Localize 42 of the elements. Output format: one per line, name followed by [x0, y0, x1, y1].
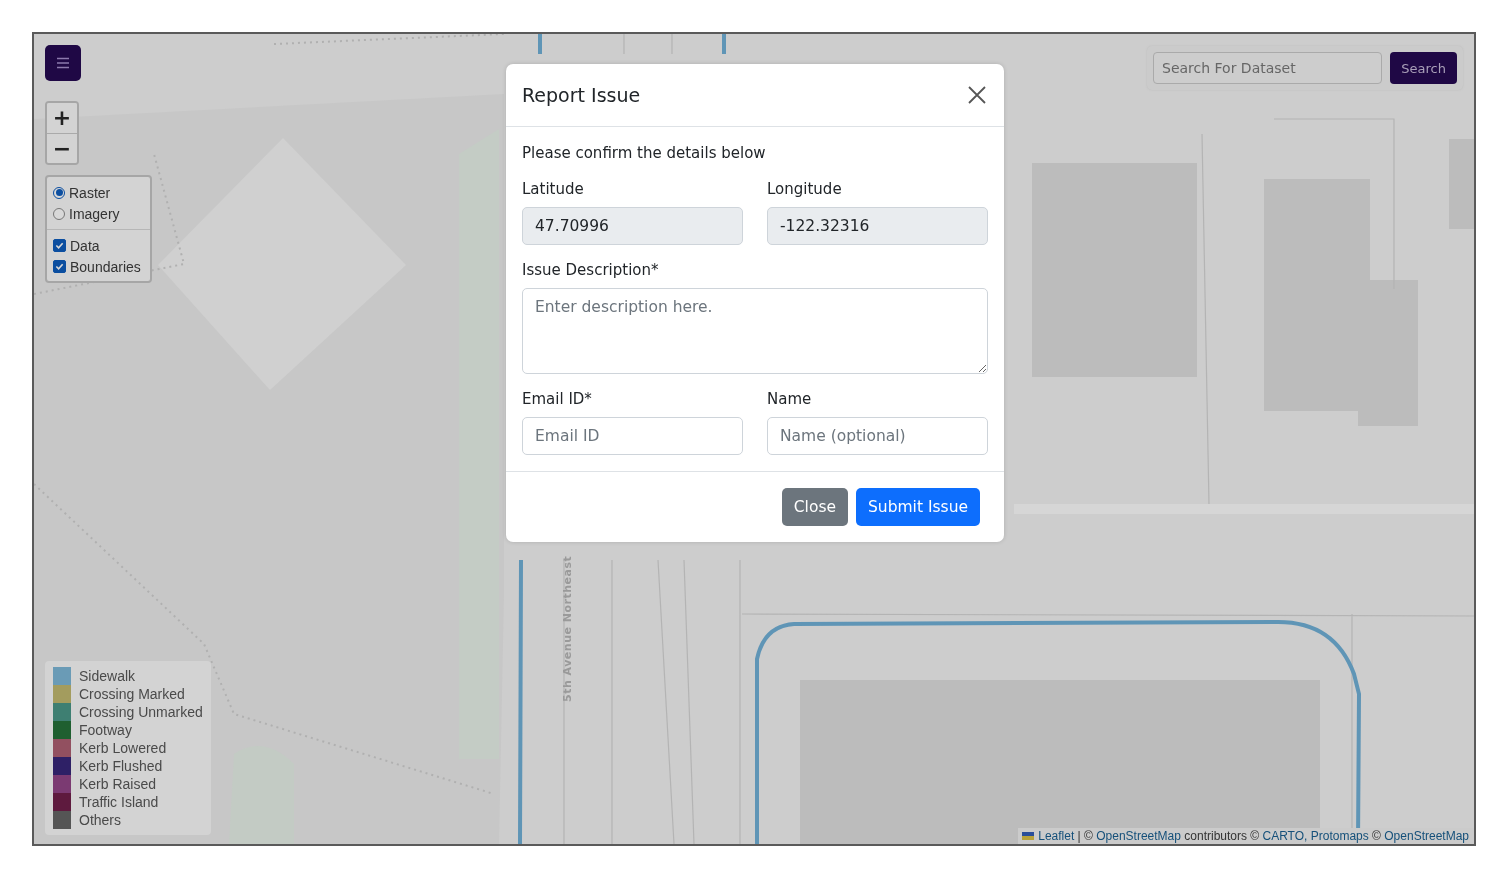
modal-title: Report Issue [522, 84, 641, 106]
legend-label: Crossing Unmarked [79, 704, 203, 720]
attribution-link[interactable]: OpenStreetMap [1096, 829, 1181, 843]
legend-label: Sidewalk [79, 668, 136, 684]
search-field[interactable]: Search For Dataset [1153, 52, 1383, 84]
description-field[interactable]: Enter description here. [522, 288, 988, 374]
input-field[interactable]: Email ID [522, 417, 743, 455]
attribution-link[interactable]: Leaflet [1038, 829, 1075, 843]
legend-label: Kerb Raised [79, 776, 157, 792]
menu-icon [56, 57, 70, 69]
coordinate-field[interactable]: -122.32316 [767, 207, 988, 245]
layer-radio[interactable] [53, 186, 65, 199]
search-button[interactable]: Search [1390, 52, 1457, 84]
legend-label: Footway [79, 722, 132, 738]
legend-label: Kerb Flushed [79, 758, 163, 774]
legend-label: Crossing Marked [79, 686, 185, 702]
attribution-text: Leaflet | © OpenStreetMap contributors © CARTO, Protomaps © OpenStreetMap [1038, 829, 1469, 843]
modal-intro: Please confirm the details below [522, 144, 767, 162]
field-label: Email ID* [522, 390, 593, 408]
flag-icon [1022, 832, 1035, 840]
attribution-link[interactable]: CARTO, Protomaps [1262, 829, 1369, 843]
field-label: Name [767, 390, 813, 408]
coordinate-field[interactable]: 47.70996 [522, 207, 743, 245]
field-label: Issue Description* [522, 261, 660, 279]
overlay-label: Data [70, 237, 100, 254]
layer-checkbox[interactable] [53, 260, 66, 273]
field-label: Latitude [522, 180, 585, 198]
attribution-link[interactable]: OpenStreetMap [1384, 829, 1469, 843]
layer-radio[interactable] [53, 207, 65, 220]
legend-label: Kerb Lowered [79, 740, 167, 756]
layer-label: Imagery [69, 205, 120, 222]
legend-label: Others [79, 812, 121, 828]
input-field[interactable]: Name (optional) [767, 417, 988, 455]
zoom-out-button[interactable]: − [47, 133, 77, 163]
layer-checkbox[interactable] [53, 239, 66, 252]
legend-label: Traffic Island [79, 794, 159, 810]
submit-button[interactable]: Submit Issue [856, 488, 980, 526]
dismiss-button[interactable]: Close [781, 488, 848, 526]
field-label: Longitude [767, 180, 843, 198]
layer-label: Raster [69, 184, 111, 201]
overlay-label: Boundaries [70, 258, 141, 275]
menu-button[interactable] [45, 45, 81, 81]
